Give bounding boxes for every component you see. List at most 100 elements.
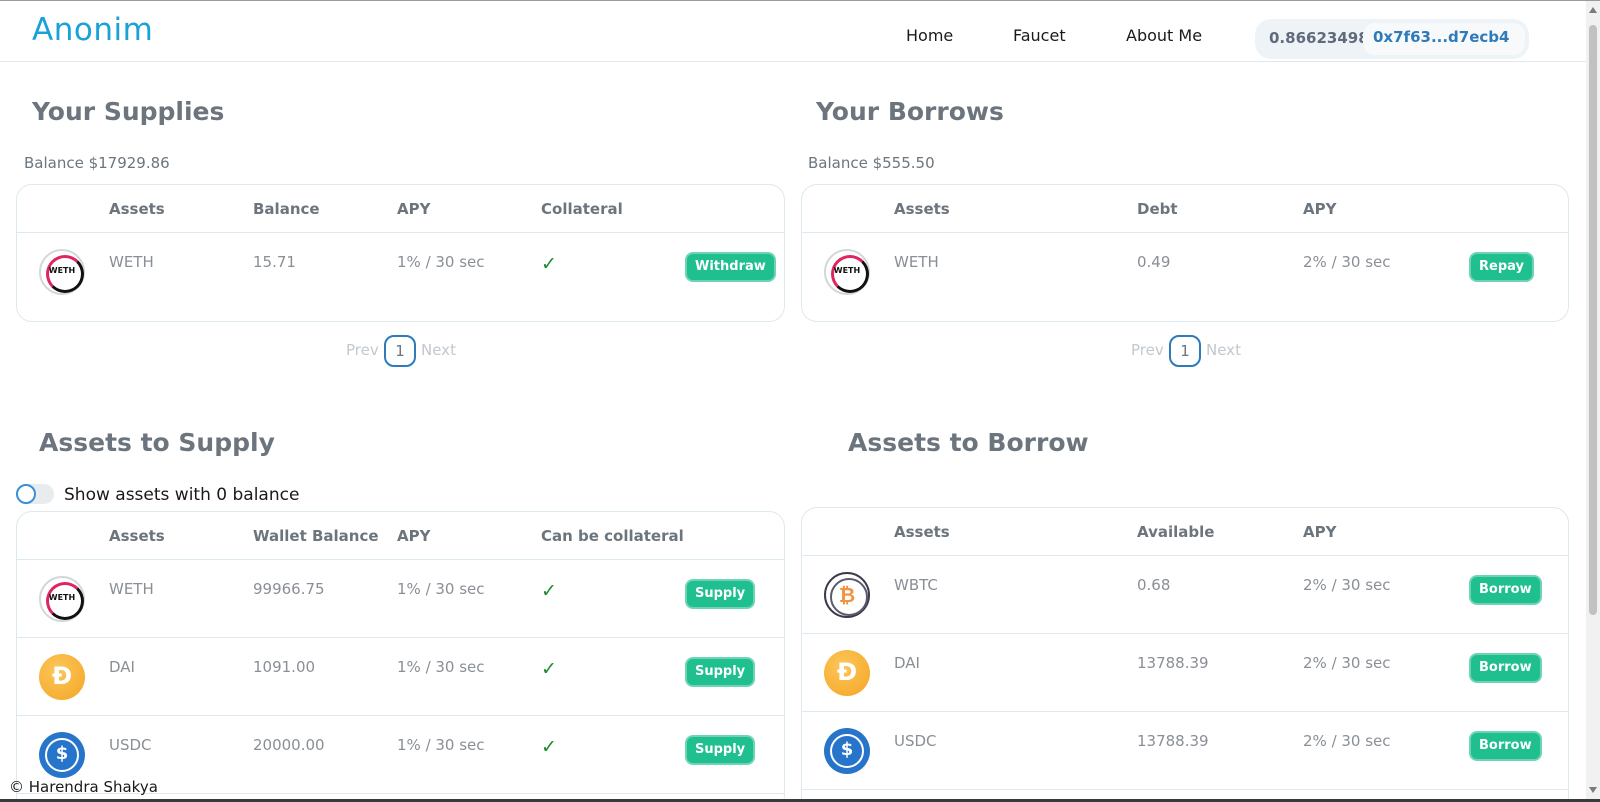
- borrows-balance: Balance $555.50: [808, 154, 935, 172]
- asset-apy: 1% / 30 sec: [397, 580, 485, 598]
- asset-balance: 15.71: [253, 253, 296, 271]
- column-header: Debt: [1137, 200, 1178, 218]
- column-header: Assets: [109, 527, 165, 545]
- vertical-scrollbar[interactable]: [1586, 1, 1600, 799]
- asset-available: 0.68: [1137, 576, 1171, 594]
- nav-faucet-link[interactable]: Faucet: [1013, 26, 1066, 45]
- table-header: Assets Debt APY: [802, 185, 1568, 233]
- table-row: $ USDC 13788.39 2% / 30 sec Borrow: [802, 712, 1568, 790]
- app-page: Anonim Home Faucet About Me 0.86623498 0…: [0, 0, 1600, 802]
- wbtc-icon: ₿: [824, 572, 870, 618]
- supply-button[interactable]: Supply: [685, 657, 756, 687]
- check-icon: ✓: [541, 736, 557, 758]
- asset-name: WETH: [109, 580, 154, 598]
- wallet-balance: 1091.00: [253, 658, 316, 676]
- wallet-balance: 20000.00: [253, 736, 325, 754]
- supplies-table: Assets Balance APY Collateral WETH WETH …: [16, 184, 785, 322]
- weth-icon: WETH: [824, 249, 870, 295]
- column-header: APY: [397, 200, 431, 218]
- asset-available: 13788.39: [1137, 654, 1209, 672]
- table-header: Assets Available APY: [802, 508, 1568, 556]
- check-icon: ✓: [541, 253, 557, 275]
- asset-debt: 0.49: [1137, 253, 1171, 271]
- page-1-button[interactable]: 1: [384, 335, 416, 367]
- table-header: Assets Balance APY Collateral: [17, 185, 784, 233]
- column-header: Collateral: [541, 200, 623, 218]
- assets-to-borrow-table: Assets Available APY ₿ WBTC 0.68 2% / 30…: [801, 507, 1569, 802]
- asset-name: DAI: [109, 658, 135, 676]
- column-header: APY: [397, 527, 431, 545]
- asset-name: DAI: [894, 654, 920, 672]
- table-header: Assets Wallet Balance APY Can be collate…: [17, 512, 784, 560]
- next-page-button[interactable]: Next: [421, 341, 456, 359]
- asset-apy: 1% / 30 sec: [397, 736, 485, 754]
- weth-icon: WETH: [39, 249, 85, 295]
- asset-apy: 2% / 30 sec: [1303, 253, 1391, 271]
- weth-icon: WETH: [39, 576, 85, 622]
- column-header: Assets: [894, 523, 950, 541]
- column-header: Available: [1137, 523, 1215, 541]
- borrow-button[interactable]: Borrow: [1469, 653, 1542, 683]
- repay-button[interactable]: Repay: [1469, 252, 1534, 282]
- zero-balance-toggle-label: Show assets with 0 balance: [64, 485, 300, 505]
- borrows-title: Your Borrows: [816, 97, 1004, 126]
- top-navbar: Anonim Home Faucet About Me 0.86623498 0…: [0, 1, 1586, 62]
- borrow-button[interactable]: Borrow: [1469, 731, 1542, 761]
- assets-to-supply-title: Assets to Supply: [39, 428, 275, 457]
- table-row: WETH WETH 15.71 1% / 30 sec ✓ Withdraw: [17, 233, 784, 311]
- column-header: Balance: [253, 200, 320, 218]
- wallet-balance: 99966.75: [253, 580, 325, 598]
- prev-page-button[interactable]: Prev: [346, 341, 379, 359]
- supplies-pagination: Prev 1 Next: [346, 335, 466, 367]
- asset-name: USDC: [109, 736, 152, 754]
- wallet-balance: 0.86623498: [1269, 29, 1369, 47]
- borrows-pagination: Prev 1 Next: [1131, 335, 1251, 367]
- zero-balance-toggle[interactable]: [16, 484, 54, 504]
- wallet-address-button[interactable]: 0x7f63...d7ecb4: [1363, 23, 1525, 55]
- column-header: APY: [1303, 523, 1337, 541]
- table-row: ₿ WBTC 0.68 2% / 30 sec Borrow: [802, 556, 1568, 634]
- usdc-icon: $: [824, 728, 870, 774]
- wallet-address: 0x7f63...d7ecb4: [1373, 28, 1510, 46]
- nav-home-link[interactable]: Home: [906, 26, 953, 45]
- supplies-title: Your Supplies: [32, 97, 225, 126]
- nav-about-link[interactable]: About Me: [1126, 26, 1202, 45]
- scroll-down-icon[interactable]: [1589, 787, 1597, 793]
- usdc-icon: $: [39, 732, 85, 778]
- table-row: Đ DAI 1091.00 1% / 30 sec ✓ Supply: [17, 638, 784, 716]
- table-row: Đ DAI 13788.39 2% / 30 sec Borrow: [802, 634, 1568, 712]
- asset-apy: 1% / 30 sec: [397, 253, 485, 271]
- app-logo[interactable]: Anonim: [32, 12, 153, 48]
- asset-apy: 2% / 30 sec: [1303, 576, 1391, 594]
- assets-to-borrow-title: Assets to Borrow: [848, 428, 1089, 457]
- dai-icon: Đ: [824, 650, 870, 696]
- prev-page-button[interactable]: Prev: [1131, 341, 1164, 359]
- supply-button[interactable]: Supply: [685, 579, 756, 609]
- asset-name: WBTC: [894, 576, 938, 594]
- column-header: Can be collateral: [541, 527, 684, 545]
- next-page-button[interactable]: Next: [1206, 341, 1241, 359]
- scroll-up-icon[interactable]: [1589, 7, 1597, 13]
- assets-to-supply-table: Assets Wallet Balance APY Can be collate…: [16, 511, 785, 802]
- table-row: WETH WETH 99966.75 1% / 30 sec ✓ Supply: [17, 560, 784, 638]
- table-row: WETH WETH 0.49 2% / 30 sec Repay: [802, 233, 1568, 311]
- column-header: Assets: [109, 200, 165, 218]
- borrow-button[interactable]: Borrow: [1469, 575, 1542, 605]
- check-icon: ✓: [541, 658, 557, 680]
- asset-name: WETH: [894, 253, 939, 271]
- toggle-knob: [16, 484, 36, 504]
- page-1-button[interactable]: 1: [1169, 335, 1201, 367]
- asset-apy: 2% / 30 sec: [1303, 654, 1391, 672]
- wallet-widget[interactable]: 0.86623498 0x7f63...d7ecb4: [1255, 19, 1529, 59]
- asset-name: USDC: [894, 732, 937, 750]
- dai-icon: Đ: [39, 654, 85, 700]
- scrollbar-thumb[interactable]: [1589, 25, 1597, 615]
- asset-apy: 2% / 30 sec: [1303, 732, 1391, 750]
- column-header: Assets: [894, 200, 950, 218]
- supply-button[interactable]: Supply: [685, 735, 756, 765]
- asset-available: 13788.39: [1137, 732, 1209, 750]
- column-header: APY: [1303, 200, 1337, 218]
- borrows-table: Assets Debt APY WETH WETH 0.49 2% / 30 s…: [801, 184, 1569, 322]
- withdraw-button[interactable]: Withdraw: [685, 252, 776, 282]
- column-header: Wallet Balance: [253, 527, 379, 545]
